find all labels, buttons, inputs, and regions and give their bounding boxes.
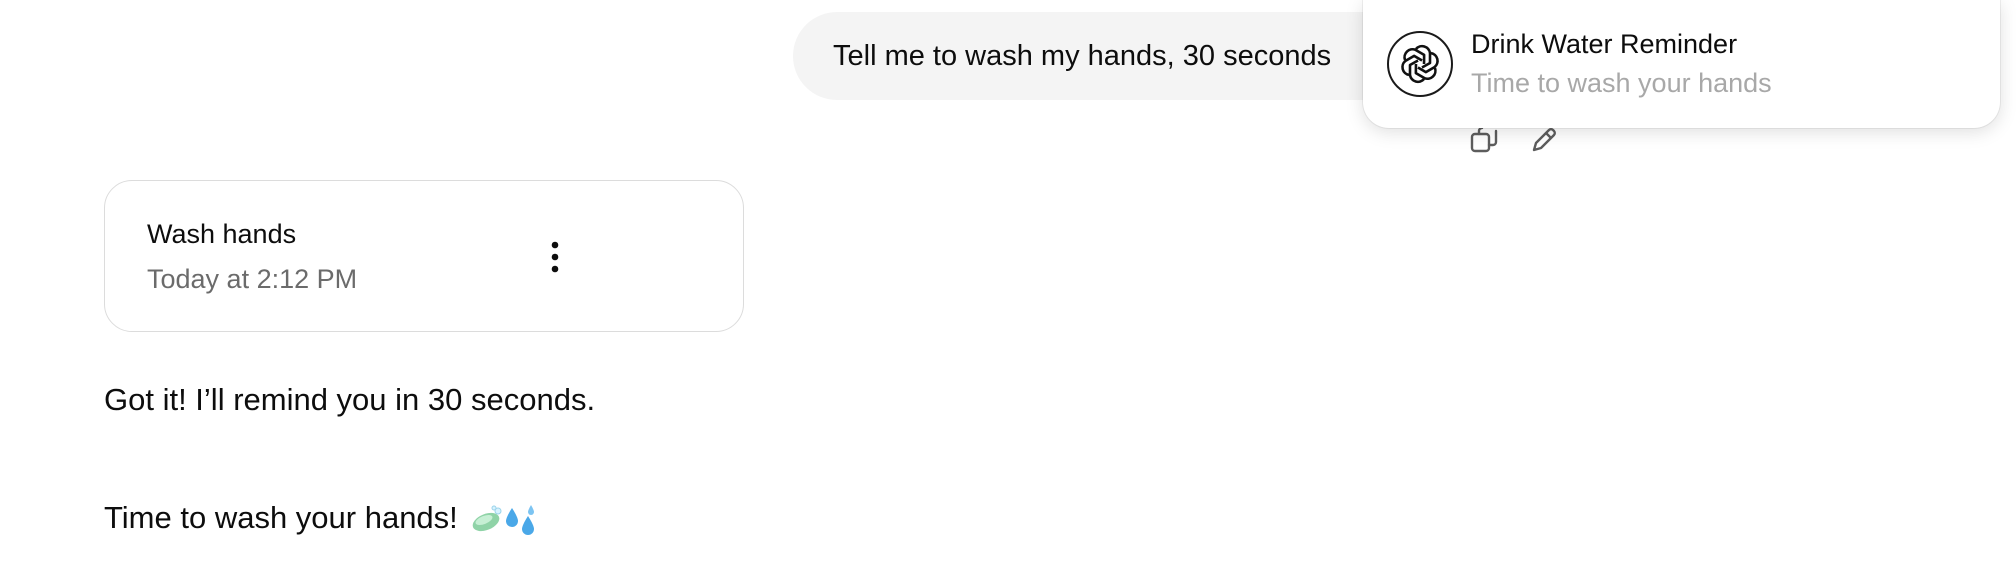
message-actions [1468, 124, 1560, 156]
assistant-reminder: Time to wash your hands! [104, 500, 538, 536]
reminder-emojis [470, 504, 538, 536]
task-time: Today at 2:12 PM [147, 264, 358, 294]
reminder-notification[interactable]: Drink Water Reminder Time to wash your h… [1363, 0, 2000, 128]
scheduled-task-card[interactable]: Wash hands Today at 2:12 PM [104, 180, 744, 332]
assistant-reminder-text: Time to wash your hands! [104, 500, 458, 535]
assistant-confirmation: Got it! I’ll remind you in 30 seconds. [104, 382, 595, 418]
openai-logo-icon [1387, 31, 1453, 97]
edit-pencil-icon[interactable] [1528, 124, 1560, 156]
user-message-text: Tell me to wash my hands, 30 seconds [833, 39, 1332, 72]
assistant-confirmation-text: Got it! I’ll remind you in 30 seconds. [104, 382, 596, 417]
sweat-droplets-icon [506, 504, 535, 535]
notification-title: Drink Water Reminder [1471, 29, 1738, 59]
soap-icon [473, 505, 502, 531]
notification-body: Time to wash your hands [1471, 68, 1772, 98]
copy-icon[interactable] [1468, 124, 1500, 156]
more-vertical-icon[interactable] [525, 221, 585, 293]
chat-page: Tell me to wash my hands, 30 seconds Dri… [0, 0, 2016, 588]
notification-content: Drink Water Reminder Time to wash your h… [1471, 29, 1772, 99]
task-title: Wash hands [147, 219, 297, 249]
